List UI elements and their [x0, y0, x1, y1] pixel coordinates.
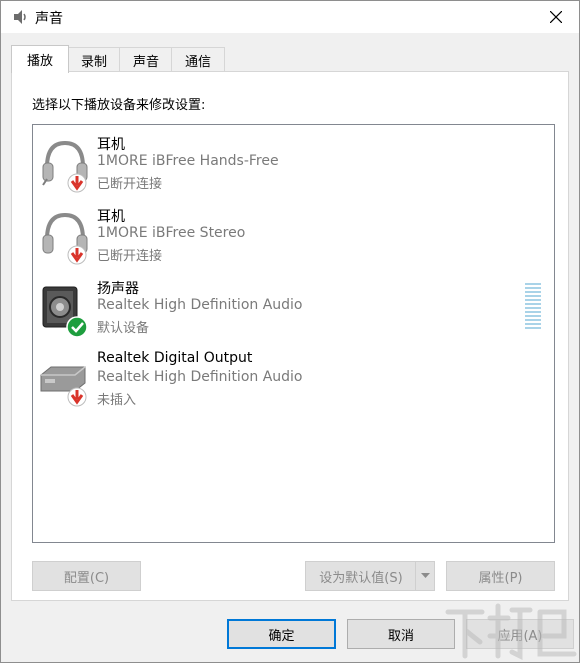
- speaker-default-icon: [42, 286, 88, 337]
- tab-label: 声音: [132, 54, 159, 70]
- device-description: 1MORE iBFree Hands-Free: [97, 153, 279, 169]
- button-label: 设为默认值(S): [319, 570, 403, 586]
- playback-panel: 选择以下播放设备来修改设置: 耳机 1MORE iBFree Hands-Fre…: [11, 71, 569, 601]
- device-status: 默认设备: [97, 321, 150, 336]
- device-status: 已断开连接: [97, 177, 163, 192]
- volume-level-meter: [525, 283, 541, 329]
- device-description: Realtek High Definition Audio: [97, 297, 303, 313]
- list-item[interactable]: Realtek Digital Output Realtek High Defi…: [33, 349, 554, 421]
- close-icon: [550, 11, 562, 23]
- properties-button[interactable]: 属性(P): [446, 561, 555, 591]
- button-label: 配置(C): [63, 570, 110, 586]
- tab-communications[interactable]: 通信: [171, 47, 225, 72]
- device-status: 未插入: [97, 393, 137, 408]
- tab-sounds[interactable]: 声音: [119, 47, 173, 72]
- button-label: 取消: [387, 628, 414, 644]
- tab-label: 录制: [80, 54, 107, 70]
- tab-label: 播放: [26, 54, 53, 69]
- tab-label: 通信: [184, 54, 211, 70]
- list-item[interactable]: 扬声器 Realtek High Definition Audio 默认设备: [33, 277, 554, 349]
- tab-playback[interactable]: 播放: [11, 45, 69, 73]
- sound-dialog: 声音 播放 录制 声音 通信 选择以下播放设备来修改设置: 耳机 1MORE i…: [0, 0, 580, 663]
- set-default-button[interactable]: 设为默认值(S): [305, 561, 435, 591]
- list-item[interactable]: 耳机 1MORE iBFree Hands-Free 已断开连接: [33, 133, 554, 205]
- device-name: 耳机: [97, 209, 125, 225]
- configure-button[interactable]: 配置(C): [32, 561, 141, 591]
- headset-disconnected-icon: [42, 140, 88, 193]
- device-name: Realtek Digital Output: [97, 350, 253, 366]
- window-title: 声音: [35, 11, 63, 27]
- cancel-button[interactable]: 取消: [347, 619, 455, 649]
- ok-button[interactable]: 确定: [227, 619, 336, 649]
- device-description: Realtek High Definition Audio: [97, 369, 303, 385]
- device-list[interactable]: 耳机 1MORE iBFree Hands-Free 已断开连接 耳机 1MOR…: [32, 124, 555, 543]
- list-item[interactable]: 耳机 1MORE iBFree Stereo 已断开连接: [33, 205, 554, 277]
- button-label: 确定: [268, 628, 295, 644]
- device-description: 1MORE iBFree Stereo: [97, 225, 246, 241]
- digital-output-unplugged-icon: [40, 366, 87, 407]
- close-button[interactable]: [533, 1, 579, 33]
- tab-recording[interactable]: 录制: [67, 47, 121, 72]
- title-bar: 声音: [1, 1, 579, 33]
- headphones-disconnected-icon: [42, 212, 88, 265]
- speaker-icon: [14, 10, 26, 24]
- watermark-logo: [445, 603, 577, 661]
- button-label: 属性(P): [478, 570, 523, 586]
- device-name: 扬声器: [97, 281, 139, 297]
- instruction-text: 选择以下播放设备来修改设置:: [32, 98, 206, 113]
- device-name: 耳机: [97, 137, 125, 153]
- chevron-down-icon: [420, 573, 430, 578]
- device-status: 已断开连接: [97, 249, 163, 264]
- set-default-dropdown[interactable]: [415, 562, 434, 590]
